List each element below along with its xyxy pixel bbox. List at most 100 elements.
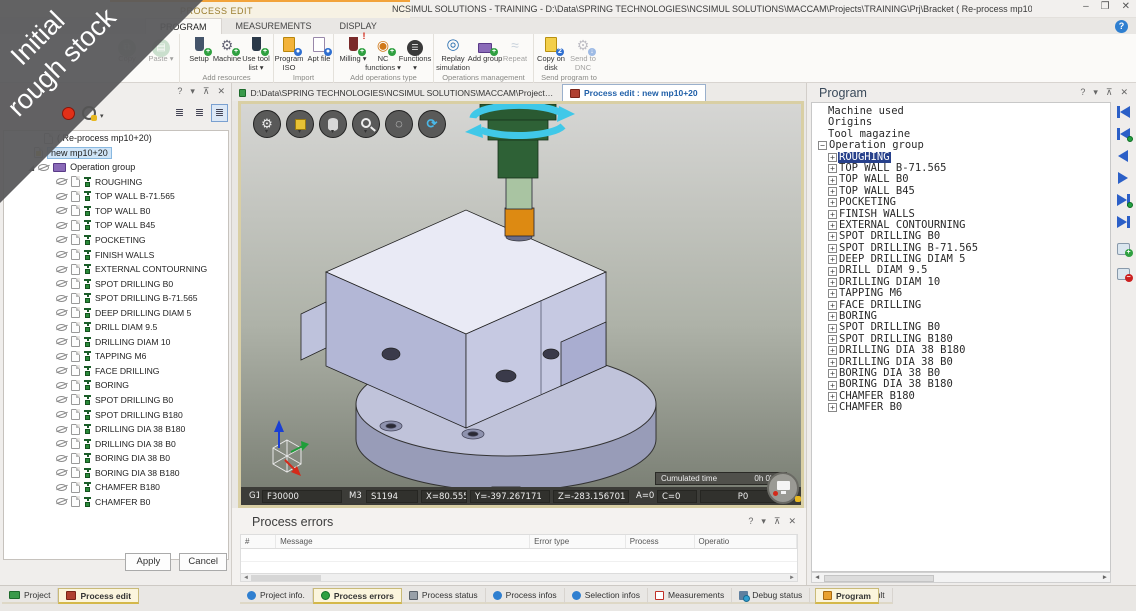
panel-pin-icon[interactable]: ⊼ (203, 86, 210, 97)
visibility-eye-slash-icon[interactable] (56, 411, 67, 418)
doc-tab-project-file[interactable]: D:\Data\SPRING TECHNOLOGIES\NCSIMUL SOLU… (232, 84, 562, 101)
panel-help-icon[interactable]: ? (177, 86, 182, 97)
go-last-button[interactable] (1117, 215, 1130, 228)
visibility-eye-slash-icon[interactable] (56, 236, 67, 243)
operation-tree-item[interactable]: DRILL DIAM 9.5 (4, 320, 228, 335)
expand-plus-icon[interactable]: + (828, 289, 837, 298)
scrollbar-thumb[interactable] (251, 575, 321, 581)
panel-pin-icon[interactable]: ⊼ (774, 516, 781, 527)
go-first-button[interactable] (1117, 105, 1130, 118)
operation-tree-item[interactable]: SPOT DRILLING B0 (4, 393, 228, 408)
panel-close-icon[interactable]: ✕ (788, 516, 796, 527)
expand-plus-icon[interactable]: + (828, 358, 837, 367)
expand-plus-icon[interactable]: + (828, 255, 837, 264)
list-view-button-1[interactable]: ≣ (171, 104, 188, 122)
visibility-eye-slash-icon[interactable] (56, 396, 67, 403)
operation-tree-item[interactable]: SPOT DRILLING B0 (4, 276, 228, 291)
visibility-eye-slash-icon[interactable] (56, 353, 67, 360)
expand-plus-icon[interactable]: + (828, 369, 837, 378)
cancel-button[interactable]: Cancel (179, 553, 227, 571)
error-column-header[interactable]: # (241, 535, 276, 548)
visibility-eye-slash-icon[interactable] (56, 440, 67, 447)
operation-tree-item[interactable]: DRILLING DIAM 10 (4, 335, 228, 350)
errors-horizontal-scrollbar[interactable]: ◄ ► (240, 573, 798, 582)
list-view-button-3[interactable]: ≣ (211, 104, 228, 122)
operation-tree-item[interactable]: BORING DIA 38 B180 (4, 465, 228, 480)
visibility-eye-slash-icon[interactable] (56, 251, 67, 258)
panel-menu-icon[interactable]: ▾ (761, 516, 766, 527)
expand-plus-icon[interactable]: + (828, 244, 837, 253)
operation-tree-item[interactable]: POCKETING (4, 233, 228, 248)
remove-operation-button[interactable]: − (1117, 268, 1130, 280)
record-red-icon[interactable] (62, 107, 75, 120)
panel-pin-icon[interactable]: ⊼ (1106, 87, 1113, 98)
visibility-eye-slash-icon[interactable] (56, 469, 67, 476)
visibility-eye-slash-icon[interactable] (56, 426, 67, 433)
minimize-icon[interactable]: – (1083, 1, 1089, 12)
expand-plus-icon[interactable]: + (828, 335, 837, 344)
program-operation-item[interactable]: +DRILLING DIA 38 B180 (812, 345, 1110, 356)
error-column-header[interactable]: Message (276, 535, 530, 548)
visibility-eye-slash-icon[interactable] (56, 455, 67, 462)
visibility-eye-slash-icon[interactable] (56, 222, 67, 229)
visibility-eye-slash-icon[interactable] (56, 498, 67, 505)
insert-operation-button[interactable]: + (1117, 243, 1130, 255)
tab-measurements[interactable]: MEASUREMENTS (222, 18, 326, 34)
error-column-header[interactable]: Operatio (695, 535, 797, 548)
repeat-button[interactable]: ≈ Repeat (496, 36, 534, 64)
expand-plus-icon[interactable]: + (828, 153, 837, 162)
step-forward-button[interactable] (1118, 171, 1128, 184)
visibility-eye-slash-icon[interactable] (56, 367, 67, 374)
scroll-right-icon[interactable]: ► (1102, 574, 1108, 581)
operation-tree-item[interactable]: DRILLING DIA 38 B0 (4, 436, 228, 451)
scrollbar-thumb[interactable] (824, 575, 934, 582)
send-to-dnc-button[interactable]: ⚙↓ Send to DNC (564, 36, 602, 72)
statusbar-tab-project[interactable]: Project (2, 588, 58, 604)
visibility-eye-slash-icon[interactable] (56, 324, 67, 331)
ring-dropdown-icon[interactable]: ▾ (100, 112, 104, 120)
view-zoom-button[interactable]: ▾ (352, 110, 380, 138)
operation-tree-item[interactable]: TOP WALL B-71.565 (4, 189, 228, 204)
scroll-left-icon[interactable]: ◄ (814, 574, 820, 581)
operation-tree-item[interactable]: TOP WALL B45 (4, 218, 228, 233)
statusbar-tab-selection-infos[interactable]: Selection infos (565, 588, 648, 604)
statusbar-tab-process-edit[interactable]: Process edit (58, 588, 139, 604)
panel-close-icon[interactable]: ✕ (217, 86, 225, 97)
machine-status-button[interactable] (767, 472, 799, 504)
visibility-eye-slash-icon[interactable] (56, 266, 67, 273)
operation-tree-item[interactable]: CHAMFER B0 (4, 495, 228, 510)
expand-plus-icon[interactable]: + (828, 392, 837, 401)
visibility-eye-slash-icon[interactable] (56, 178, 67, 185)
operation-tree-item[interactable]: EXTERNAL CONTOURNING (4, 262, 228, 277)
simulation-viewport[interactable]: ⚙▾ ▾ ▾ ▾ ◌ ⟳ Cumulated time 0h 0' 0" G1F… (238, 101, 804, 508)
view-stock-button[interactable]: ▾ (286, 110, 314, 138)
statusbar-tab-measurements[interactable]: Measurements (648, 588, 732, 604)
operation-tree-item[interactable]: BORING (4, 378, 228, 393)
view-selection-button[interactable]: ◌ (385, 110, 413, 138)
error-column-header[interactable]: Error type (530, 535, 626, 548)
program-horizontal-scrollbar[interactable]: ◄ ► (811, 572, 1111, 583)
panel-help-icon[interactable]: ? (748, 516, 753, 527)
program-operation-item[interactable]: +POCKETING (812, 197, 1110, 208)
expand-plus-icon[interactable]: + (828, 381, 837, 390)
expand-plus-icon[interactable]: + (828, 312, 837, 321)
expand-plus-icon[interactable]: + (828, 198, 837, 207)
panel-menu-icon[interactable]: ▾ (1093, 87, 1098, 98)
scroll-left-icon[interactable]: ◄ (243, 575, 249, 581)
visibility-eye-slash-icon[interactable] (56, 280, 67, 287)
expand-plus-icon[interactable]: + (828, 187, 837, 196)
error-column-header[interactable]: Process (626, 535, 695, 548)
doc-tab-process-edit[interactable]: Process edit : new mp10+20 (562, 84, 706, 101)
operation-tree-item[interactable]: TOP WALL B0 (4, 204, 228, 219)
expand-plus-icon[interactable]: + (828, 403, 837, 412)
panel-help-icon[interactable]: ? (1080, 87, 1085, 98)
statusbar-tab-process-infos[interactable]: Process infos (486, 588, 565, 604)
visibility-eye-slash-icon[interactable] (38, 164, 49, 171)
program-operation-item[interactable]: +TAPPING M6 (812, 288, 1110, 299)
apply-button[interactable]: Apply (125, 553, 171, 571)
list-view-button-2[interactable]: ≣ (191, 104, 208, 122)
go-next-marker-button[interactable] (1117, 193, 1130, 206)
panel-close-icon[interactable]: ✕ (1120, 87, 1128, 98)
expand-plus-icon[interactable]: + (828, 232, 837, 241)
functions-button[interactable]: ☰ Functions ▾ (396, 36, 434, 72)
